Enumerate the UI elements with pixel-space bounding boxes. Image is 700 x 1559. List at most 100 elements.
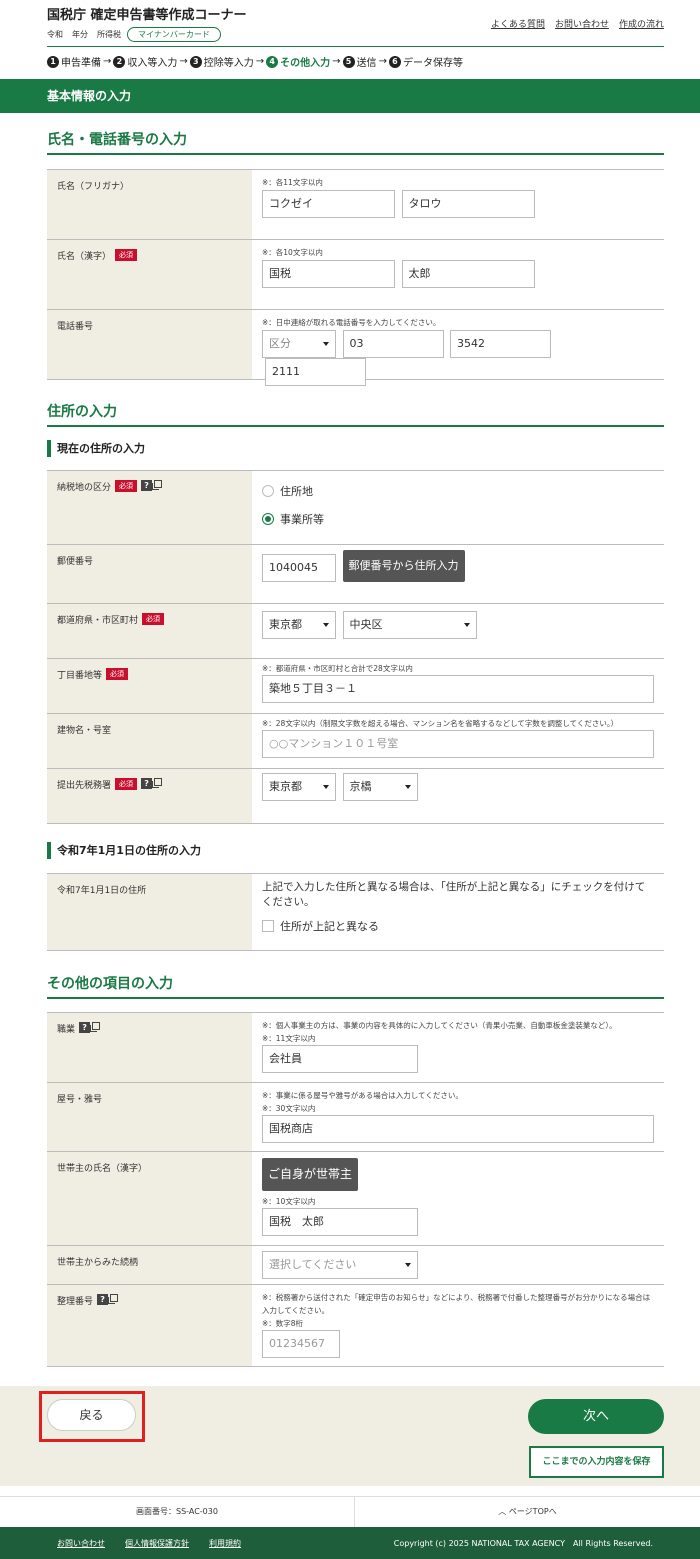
jan1-form-table: 令和7年1月1日の住所 上記で入力した住所と異なる場合は、「住所が上記と異なる」… [47, 873, 664, 951]
new-window-icon [108, 1294, 119, 1304]
flow-link[interactable]: 作成の流れ [619, 17, 664, 30]
footer-terms-link[interactable]: 利用規約 [209, 1538, 241, 1549]
chevron-down-icon [404, 785, 411, 789]
site-title: 国税庁 確定申告書等作成コーナー [47, 8, 247, 23]
footer-privacy-link[interactable]: 個人情報保護方針 [125, 1538, 189, 1549]
help-icon[interactable]: ? [141, 480, 153, 491]
required-badge: 必須 [115, 249, 138, 261]
step-5: 5 送信 [342, 54, 377, 69]
new-window-icon [152, 778, 163, 788]
required-badge: 必須 [115, 778, 138, 790]
step-3: 3 控除等入力 [189, 54, 254, 69]
kanji-first-input[interactable]: 太郎 [401, 260, 535, 288]
radio-residence[interactable]: 住所地 [262, 483, 654, 499]
phone-type-select[interactable]: 区分 [262, 330, 336, 358]
relation-row: 世帯主からみた続柄 選択してください [47, 1246, 664, 1285]
chevron-down-icon [405, 1263, 411, 1267]
step-4-current: 4 その他入力 [266, 54, 330, 69]
contact-link[interactable]: お問い合わせ [555, 17, 609, 30]
footer-contact-link[interactable]: お問い合わせ [57, 1538, 105, 1549]
trade-name-input[interactable]: 国税商店 [262, 1115, 654, 1143]
era-label: 令和 [47, 30, 63, 39]
job-row: 職業? ※：個人事業主の方は、事業の内容を具体的に入力してください（青果小売業、… [47, 1013, 664, 1083]
phone-part2-input[interactable]: 3542 [450, 329, 551, 358]
back-button[interactable]: 戻る [47, 1399, 136, 1431]
current-address-subtitle: 現在の住所の入力 [47, 440, 145, 457]
page-title-band: 基本情報の入力 [0, 79, 700, 113]
street-input[interactable]: 築地５丁目３－１ [262, 675, 654, 703]
required-badge: 必須 [142, 613, 165, 625]
faq-link[interactable]: よくある質問 [491, 17, 545, 30]
radio-office[interactable]: 事業所等 [262, 511, 654, 527]
new-window-icon [152, 480, 163, 490]
copyright: Copyright (c) 2025 NATIONAL TAX AGENCY A… [393, 1539, 653, 1548]
address-section-title: 住所の入力 [47, 401, 664, 427]
postal-row: 郵便番号 1040045 郵便番号から住所入力 [47, 545, 664, 604]
tax-type-label: 所得税 [97, 30, 121, 39]
building-note: ※：28文字以内（制限文字数を超える場合、マンション名を省略するなどして字数を調… [262, 719, 619, 728]
chevron-up-icon: ︿ [498, 1507, 509, 1516]
jan1-row: 令和7年1月1日の住所 上記で入力した住所と異なる場合は、「住所が上記と異なる」… [47, 874, 664, 951]
chevron-down-icon [323, 342, 329, 346]
building-input[interactable]: ○○マンション１０１号室 [262, 730, 654, 758]
new-window-icon [90, 1022, 101, 1032]
year-label: 年分 [72, 30, 88, 39]
jan1-instruction: 上記で入力した住所と異なる場合は、「住所が上記と異なる」にチェックを付けてくださ… [262, 881, 646, 908]
prefecture-select[interactable]: 東京都 [262, 611, 336, 639]
postal-code-input[interactable]: 1040045 [262, 553, 336, 582]
householder-name-input[interactable]: 国税 太郎 [262, 1208, 418, 1236]
name-form-table: 氏名（フリガナ） ※：各11文字以内 コクゼイ タロウ 氏名（漢字） 必須 ※：各… [47, 169, 664, 386]
furigana-note: ※：各11文字以内 [262, 178, 323, 187]
kanji-last-input[interactable]: 国税 [262, 260, 395, 288]
other-form-table: 職業? ※：個人事業主の方は、事業の内容を具体的に入力してください（青果小売業、… [47, 1012, 664, 1367]
action-area: 戻る 次へ ここまでの入力内容を保存 [0, 1386, 700, 1486]
furigana-last-input[interactable]: コクゼイ [262, 190, 395, 218]
required-badge: 必須 [106, 668, 129, 680]
kanji-name-row: 氏名（漢字） 必須 ※：各10文字以内 国税 太郎 [47, 240, 664, 310]
building-row: 建物名・号室 ※：28文字以内（制限文字数を超える場合、マンション名を省略するな… [47, 714, 664, 769]
tax-place-row: 納税地の区分 必須? 住所地 事業所等 [47, 471, 664, 545]
office-prefecture-select[interactable]: 東京都 [262, 773, 336, 801]
postal-lookup-button[interactable]: 郵便番号から住所入力 [342, 550, 465, 582]
step-6: 6 データ保存等 [388, 54, 463, 69]
phone-part1-input[interactable]: 03 [342, 329, 444, 358]
site-footer: お問い合わせ 個人情報保護方針 利用規約 Copyright (c) 2025 … [0, 1527, 700, 1559]
ref-number-input[interactable]: 01234567 [262, 1330, 340, 1358]
address-form-table: 納税地の区分 必須? 住所地 事業所等 郵便番号 1040045 郵便番号から住所… [47, 470, 664, 824]
self-householder-button[interactable]: ご自身が世帯主 [262, 1158, 359, 1191]
step-arrow-icon: → [255, 56, 265, 67]
city-select[interactable]: 中央区 [342, 610, 477, 639]
furigana-first-input[interactable]: タロウ [401, 190, 535, 218]
tax-office-select[interactable]: 京橋 [342, 773, 418, 801]
help-icon[interactable]: ? [141, 778, 153, 789]
header-subline: 令和 年分 所得税 マイナンバーカード [47, 27, 230, 42]
page-top-link[interactable]: ︿ ページTOPへ [355, 1497, 700, 1527]
phone-part3-input[interactable]: 2111 [265, 358, 366, 386]
pref-city-row: 都道府県・市区町村 必須 東京都 中央区 [47, 604, 664, 659]
progress-steps: 1 申告準備 → 2 収入等入力 → 3 控除等入力 → 4 その他入力 → 5 送信 →… [47, 54, 463, 69]
jan1-address-subtitle: 令和7年1月1日の住所の入力 [47, 842, 201, 859]
step-arrow-icon: → [179, 56, 188, 67]
step-arrow-icon: → [332, 56, 341, 67]
address-differs-checkbox[interactable]: 住所が上記と異なる [262, 918, 654, 934]
ref-number-row: 整理番号? ※：税務署から送付された「確定申告のお知らせ」などにより、税務署で付… [47, 1285, 664, 1367]
next-button[interactable]: 次へ [528, 1399, 664, 1434]
chevron-down-icon [463, 622, 470, 627]
step-2: 2 収入等入力 [113, 54, 177, 69]
help-icon[interactable]: ? [79, 1022, 91, 1033]
furigana-label: 氏名（フリガナ） [47, 170, 252, 239]
help-icon[interactable]: ? [97, 1294, 109, 1305]
relation-select[interactable]: 選択してください [262, 1251, 418, 1279]
save-progress-button[interactable]: ここまでの入力内容を保存 [529, 1446, 664, 1478]
screen-number: 画面番号：SS-AC-030 [0, 1497, 355, 1527]
phone-row: 電話番号 ※：日中連絡が取れる電話番号を入力してください。 区分 03 3542… [47, 310, 664, 386]
furigana-row: 氏名（フリガナ） ※：各11文字以内 コクゼイ タロウ [47, 170, 664, 240]
street-note: ※：都道府県・市区町村と合計で28文字以内 [262, 664, 413, 673]
trade-name-row: 屋号・雅号 ※：事業に係る屋号や雅号がある場合は入力してください。 ※：30文字… [47, 1083, 664, 1152]
householder-row: 世帯主の氏名（漢字） ご自身が世帯主 ※：10文字以内 国税 太郎 [47, 1152, 664, 1246]
kanji-note: ※：各10文字以内 [262, 248, 323, 257]
site-header: 国税庁 確定申告書等作成コーナー 令和 年分 所得税 マイナンバーカード よくあ… [47, 0, 664, 47]
job-input[interactable]: 会社員 [262, 1045, 418, 1073]
header-links: よくある質問 お問い合わせ 作成の流れ [481, 17, 664, 30]
step-arrow-icon: → [378, 56, 387, 67]
